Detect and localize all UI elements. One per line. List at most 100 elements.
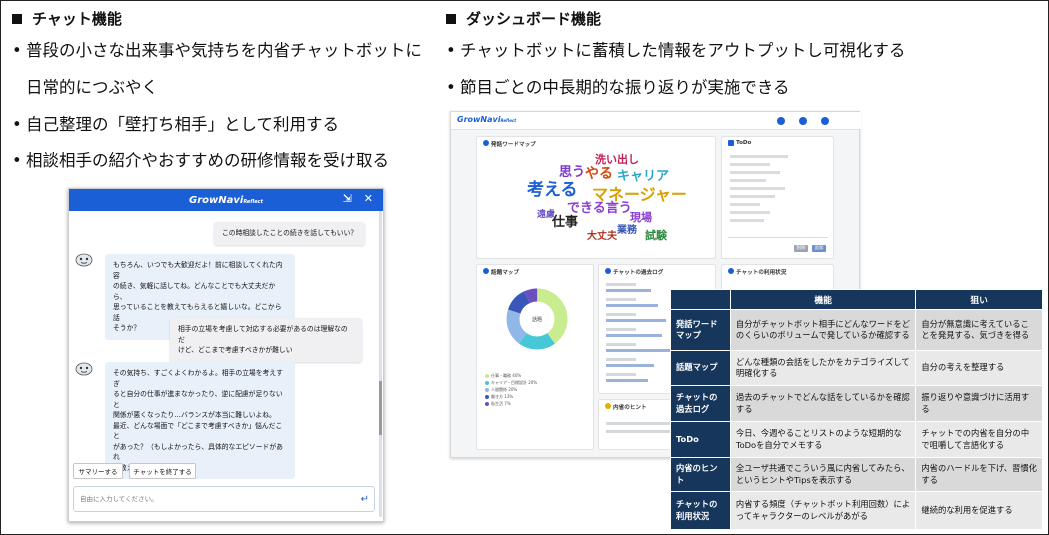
chat-scrollbar[interactable] bbox=[379, 211, 382, 517]
table-row: 話題マップ どんな種類の会話をしたかをカテゴライズして明確化する 自分の考えを整… bbox=[670, 350, 1043, 386]
table-row: チャットの過去ログ 過去のチャットでどんな話をしているかを確認する 振り返りや意… bbox=[670, 385, 1043, 422]
dash-bullet-1: • チャットボットに蓄積した情報をアウトプットし可視化する bbox=[446, 41, 906, 60]
todo-item[interactable] bbox=[730, 211, 770, 214]
todo-add-button[interactable]: 追加 bbox=[812, 245, 826, 252]
log-link[interactable] bbox=[606, 319, 666, 322]
end-chat-button[interactable]: チャットを終了する bbox=[129, 463, 196, 479]
row-name: チャットの利用状況 bbox=[670, 491, 731, 530]
todo-panel: ToDo 削除 追加 bbox=[721, 136, 834, 259]
topic-donut-chart: 話題 bbox=[506, 288, 568, 350]
word: 大丈夫 bbox=[587, 231, 617, 242]
todo-item[interactable] bbox=[730, 163, 770, 166]
log-date bbox=[606, 328, 636, 331]
row-name: 発話ワードマップ bbox=[670, 309, 731, 351]
dash-brand-sub: Reflect bbox=[500, 118, 517, 123]
log-link[interactable] bbox=[606, 364, 654, 367]
lightbulb-icon bbox=[605, 403, 611, 409]
table-header-function: 機能 bbox=[729, 289, 917, 310]
todo-input-line[interactable] bbox=[728, 237, 828, 238]
row-name: 内省のヒント bbox=[670, 457, 731, 492]
row-aim: 自分の考えを整理する bbox=[915, 350, 1043, 386]
row-aim: 継続的な利用を促進する bbox=[915, 491, 1043, 530]
todo-item[interactable] bbox=[730, 179, 766, 182]
row-function: 内省する頻度（チャットボット利用回数）によってキャラクターのレベルがあがる bbox=[729, 491, 917, 530]
table-row: 発話ワードマップ 自分がチャットボット相手にどんなワードをどのくらいのボリューム… bbox=[670, 309, 1043, 351]
todo-item[interactable] bbox=[730, 187, 785, 190]
dash-bullet-2: • 節目ごとの中長期的な振り返りが実施できる bbox=[446, 78, 790, 97]
log-link[interactable] bbox=[606, 304, 658, 307]
legend-swatch bbox=[485, 395, 489, 399]
log-date bbox=[606, 343, 636, 346]
log-link[interactable] bbox=[606, 349, 676, 352]
todo-item[interactable] bbox=[730, 195, 775, 198]
legend-label: 働き方 13% bbox=[491, 394, 514, 399]
scrollbar-thumb[interactable] bbox=[379, 381, 382, 435]
user-message-1: この時相談したことの続きを話してもいい？ bbox=[214, 222, 366, 245]
chat-input-placeholder: 自由に入力してください。 bbox=[80, 495, 158, 503]
legend-label: 人間関係 20% bbox=[491, 387, 518, 392]
bot-message-2: その気持ち、すごくよくわかるよ。相手の立場を考えすぎ ると自分の仕事が進まなかっ… bbox=[105, 362, 295, 480]
todo-item[interactable] bbox=[730, 219, 764, 222]
legend-label: 仕事・職務 40% bbox=[491, 373, 522, 378]
legend-entry: 人間関係 20% bbox=[485, 387, 517, 393]
word: 洗い出し bbox=[595, 153, 639, 166]
bullet-1: • 普段の小さな出来事や気持ちを内省チャットボットに bbox=[12, 41, 422, 60]
todo-item[interactable] bbox=[730, 203, 760, 206]
table-header-aim: 狙い bbox=[915, 289, 1043, 310]
dash-bullet-1-text: チャットボットに蓄積した情報をアウトプットし可視化する bbox=[460, 41, 906, 60]
word: キャリア bbox=[617, 169, 670, 184]
wordmap-title: 発話ワードマップ bbox=[491, 142, 536, 148]
bot-avatar-icon bbox=[75, 253, 93, 267]
dashboard-feature-heading: ダッシュボード機能 bbox=[446, 8, 601, 29]
bullet-2: • 自己整理の「壁打ち相手」として利用する bbox=[12, 115, 340, 134]
window-controls[interactable]: ⇲ ✕ bbox=[343, 192, 377, 205]
table-header-row: 機能 狙い bbox=[670, 289, 1043, 310]
hint-item bbox=[606, 422, 676, 425]
summary-button[interactable]: サマリーする bbox=[73, 463, 123, 479]
bullet-1-cont-text: 日常的につぶやく bbox=[26, 78, 158, 97]
chat-input[interactable]: 自由に入力してください。 ↵ bbox=[73, 486, 375, 512]
row-aim: チャットでの内省を自分の中で咀嚼して言語化する bbox=[915, 421, 1043, 458]
donut-center-label: 話題 bbox=[532, 316, 542, 323]
log-link[interactable] bbox=[606, 379, 648, 382]
user-menu-icon[interactable] bbox=[799, 117, 807, 125]
help-icon[interactable] bbox=[821, 117, 829, 125]
topic-map-icon bbox=[483, 268, 489, 274]
todo-item[interactable] bbox=[730, 171, 780, 174]
word: 遠慮 bbox=[537, 210, 556, 220]
usage-title: チャットの利用状況 bbox=[736, 270, 787, 276]
notification-icon[interactable] bbox=[777, 117, 785, 125]
word: 業務 bbox=[617, 225, 637, 236]
legend-entry: 働き方 13% bbox=[485, 394, 513, 400]
legend-swatch bbox=[485, 381, 489, 385]
todo-title: ToDo bbox=[736, 140, 752, 146]
bullet-3-text: 相談相手の紹介やおすすめの研修情報を受け取る bbox=[26, 151, 389, 170]
todo-item[interactable] bbox=[730, 155, 788, 158]
log-link[interactable] bbox=[606, 334, 662, 337]
wordmap-icon bbox=[483, 140, 489, 146]
row-function: 自分がチャットボット相手にどんなワードをどのくらいのボリュームで発しているか確認… bbox=[729, 309, 917, 351]
dashboard-feature-title: ダッシュボード機能 bbox=[466, 10, 602, 28]
bullet-1-cont: 日常的につぶやく bbox=[26, 78, 158, 97]
chat-log-icon bbox=[605, 268, 611, 274]
row-aim: 内省のハードルを下げ、習慣化する bbox=[915, 457, 1043, 492]
todo-delete-button[interactable]: 削除 bbox=[794, 245, 808, 252]
chat-brand: GrowNavi bbox=[189, 194, 244, 206]
log-date bbox=[606, 373, 636, 376]
log-link[interactable] bbox=[606, 289, 651, 292]
chat-brand-sub: Reflect bbox=[243, 198, 263, 205]
chat-feature-title: チャット機能 bbox=[32, 10, 122, 28]
todo-icon bbox=[728, 140, 734, 146]
row-function: 今日、今週やることリストのような短期的なToDoを自分でメモする bbox=[729, 421, 917, 458]
wordmap-panel: 発話ワードマップ 考える マネージャー できる言う キャリア やる 思う 洗い出… bbox=[476, 136, 716, 259]
user-message-2-line: 相手の立場を考慮して対応する必要があるのは理解なのだ bbox=[178, 325, 348, 344]
table-header-blank bbox=[670, 289, 731, 310]
legend-swatch bbox=[485, 402, 489, 406]
log-date bbox=[606, 298, 636, 301]
legend-entry: キャリア・目標設計 20% bbox=[485, 380, 537, 386]
row-function: 全ユーザ共通でこういう風に内省してみたら、というヒントやTipsを表示する bbox=[729, 457, 917, 492]
log-date bbox=[606, 358, 636, 361]
row-aim: 自分が無意識に考えていることを発見する、気づきを得る bbox=[915, 309, 1043, 351]
send-icon[interactable]: ↵ bbox=[361, 494, 369, 505]
bot-message-2-line: その気持ち、すごくよくわかるよ。相手の立場を考えすぎ bbox=[113, 369, 283, 388]
